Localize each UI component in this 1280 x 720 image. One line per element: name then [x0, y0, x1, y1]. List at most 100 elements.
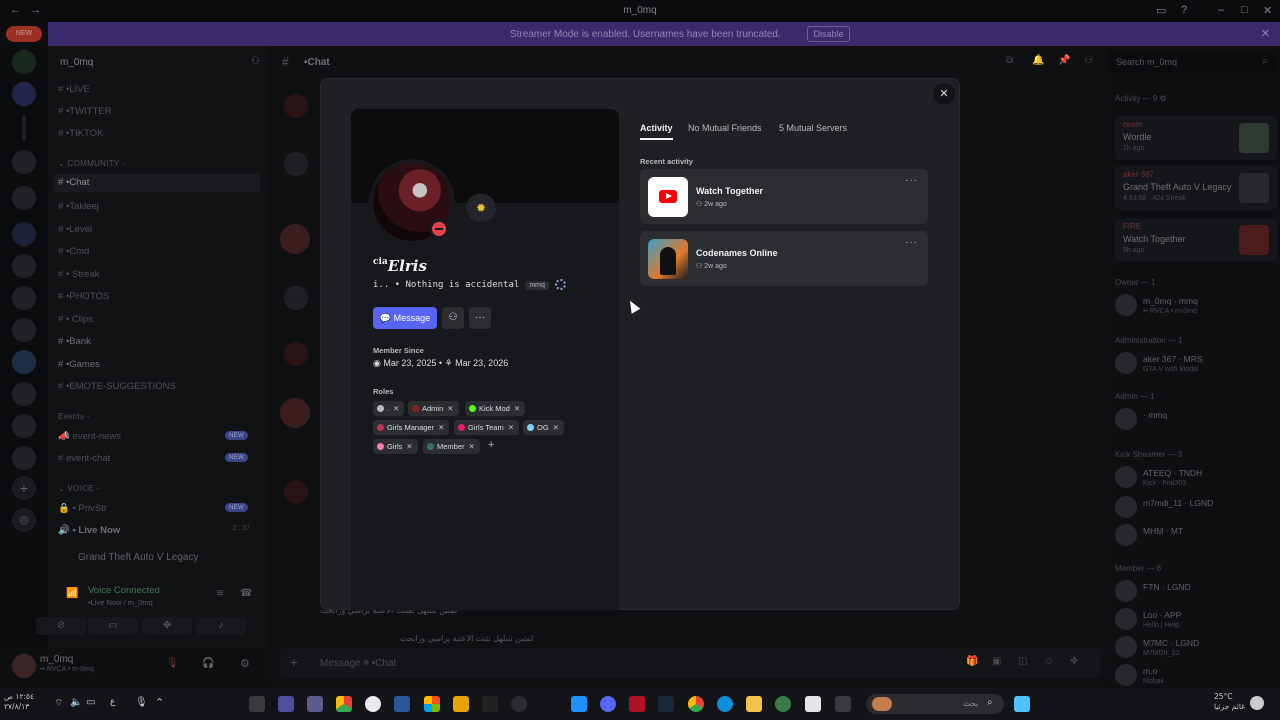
disconnect-icon[interactable]: ☎: [240, 588, 252, 599]
app-icon[interactable]: [805, 696, 821, 712]
inbox-icon[interactable]: ▭: [1156, 4, 1166, 17]
avatar[interactable]: [280, 224, 310, 254]
search-input[interactable]: Search m_0mq ⌕: [1108, 52, 1276, 72]
channel-event-chat[interactable]: # event-chat NEW: [58, 453, 258, 464]
channel-privstr[interactable]: 🔒 • PrivStr NEW: [58, 503, 258, 514]
clock[interactable]: ١٢:٥٤ ص ٢٧/٨/١٣: [4, 692, 34, 712]
app-icon[interactable]: [365, 696, 381, 712]
user-name[interactable]: m_0mq: [40, 654, 73, 665]
channel-games[interactable]: # •Games: [58, 359, 100, 370]
camera-off-icon[interactable]: ⊘: [36, 617, 86, 635]
server-icon[interactable]: [12, 254, 36, 278]
avatar[interactable]: [280, 398, 310, 428]
role-chip[interactable]: Girls ✕: [373, 439, 418, 454]
server-icon[interactable]: [12, 318, 36, 342]
activity-card[interactable]: aker 367 Grand Theft Auto V Legacy 4:53:…: [1115, 166, 1277, 210]
chevron-up-icon[interactable]: ⌃: [155, 696, 164, 709]
maximize-icon[interactable]: □: [1241, 4, 1248, 16]
role-chip[interactable]: . ✕: [373, 401, 405, 416]
server-icon[interactable]: [12, 222, 36, 246]
channel-streak[interactable]: # • Streak: [58, 269, 99, 280]
server-name[interactable]: m_0mq: [60, 57, 93, 68]
discover-icon[interactable]: ◎: [12, 508, 36, 532]
channel-takleej[interactable]: # •Takleej: [58, 201, 99, 212]
add-attachment-icon[interactable]: +: [290, 654, 298, 670]
steam-icon[interactable]: [658, 696, 674, 712]
channel-cmd[interactable]: # •Cmd: [58, 246, 89, 257]
role-chip[interactable]: OG ✕: [523, 420, 564, 435]
server-tag[interactable]: mmq: [525, 281, 549, 290]
mute-icon[interactable]: 🎙: [166, 658, 179, 669]
member-row[interactable]: m.o Mobail: [1115, 660, 1275, 690]
role-chip[interactable]: Member ✕: [423, 439, 480, 454]
bell-icon[interactable]: 🔔: [1032, 55, 1044, 66]
signal-icon[interactable]: 📶: [66, 588, 78, 599]
avatar[interactable]: [284, 480, 308, 504]
nitro-badge-icon[interactable]: [554, 279, 566, 290]
tab-mutual-servers[interactable]: 5 Mutual Servers: [779, 123, 847, 133]
app-icon[interactable]: [307, 696, 323, 712]
taskbar-search[interactable]: بحث ⌕: [866, 694, 1004, 714]
tab-mutual-friends[interactable]: No Mutual Friends: [688, 123, 762, 133]
channel-bank[interactable]: # •Bank: [58, 336, 91, 347]
soundboard-icon[interactable]: ♪: [196, 617, 246, 635]
apps-icon[interactable]: ✥: [1070, 656, 1078, 667]
member-row[interactable]: ATEEQ · TNDH Kick - Fnd303: [1115, 462, 1275, 492]
member-row[interactable]: m_0mq · mmq •• RVCA • m-0mq: [1115, 290, 1275, 320]
member-row[interactable]: FTN · LGND: [1115, 576, 1275, 606]
avatar[interactable]: [12, 654, 36, 678]
chrome-icon[interactable]: [336, 696, 352, 712]
member-row[interactable]: Loo · APP Hello | Help: [1115, 604, 1275, 634]
wifi-icon[interactable]: ⌔: [54, 697, 63, 710]
volume-icon[interactable]: 🔈: [70, 697, 82, 708]
weather-widget[interactable]: 25°C غائم جزئيا: [1214, 692, 1245, 712]
avatar[interactable]: [284, 342, 308, 366]
message-button[interactable]: 💬 Message: [373, 307, 437, 329]
add-friend-icon[interactable]: ⚇: [442, 307, 464, 329]
role-chip[interactable]: Girls Manager ✕: [373, 420, 450, 435]
discord-icon[interactable]: [600, 696, 616, 712]
add-server-icon[interactable]: +: [12, 476, 36, 500]
emoji-icon[interactable]: ☺: [1044, 656, 1054, 667]
server-icon[interactable]: [12, 414, 36, 438]
add-role-icon[interactable]: +: [488, 439, 494, 451]
member-row[interactable]: m7mdi_11 · LGND: [1115, 492, 1275, 522]
activity-card[interactable]: ceem Wordle 1h ago: [1115, 116, 1277, 160]
microphone-icon[interactable]: 🎙: [135, 697, 148, 708]
custom-status-icon[interactable]: ✹: [466, 194, 496, 222]
app-icon[interactable]: [453, 696, 469, 712]
category-community[interactable]: ⌄ COMMUNITY -: [58, 159, 125, 168]
gif-icon[interactable]: ▣: [992, 656, 1001, 667]
avatar[interactable]: [284, 152, 308, 176]
server-icon[interactable]: [12, 382, 36, 406]
tab-activity[interactable]: Activity: [640, 123, 673, 140]
app-icon[interactable]: [249, 696, 265, 712]
disable-button[interactable]: Disable: [807, 26, 850, 42]
search-icon[interactable]: ⌕: [1262, 56, 1268, 67]
more-options-icon[interactable]: ···: [905, 175, 918, 186]
role-chip[interactable]: Admin ✕: [408, 401, 459, 416]
member-row[interactable]: aker 367 · MRS GTA V with Modal: [1115, 348, 1275, 378]
activity-game-bar[interactable]: Grand Theft Auto V Legacy: [48, 546, 268, 570]
server-icon[interactable]: [12, 82, 36, 106]
voice-channel[interactable]: •Live Now / m_0mq: [88, 598, 153, 607]
role-chip[interactable]: Girls Team ✕: [454, 420, 519, 435]
channel-level[interactable]: # •Level: [58, 224, 92, 235]
app-icon[interactable]: [629, 696, 645, 712]
role-chip[interactable]: Kick Mod ✕: [465, 401, 526, 416]
members-icon[interactable]: ⚇: [1084, 55, 1093, 66]
help-icon[interactable]: ?: [1181, 4, 1187, 16]
channel-emote-suggestions[interactable]: # •EMOTE-SUGGESTIONS: [58, 381, 176, 392]
activity-card[interactable]: Codenames Online ⚇ 2w ago ···: [640, 231, 928, 286]
language-indicator[interactable]: ع: [110, 697, 115, 707]
banner-close-icon[interactable]: ✕: [1261, 27, 1270, 40]
activity-card[interactable]: FIRE Watch Together 5h ago: [1115, 218, 1277, 262]
app-icon[interactable]: [571, 696, 587, 712]
more-options-icon[interactable]: ···: [905, 237, 918, 248]
category-events[interactable]: Events -: [58, 412, 90, 421]
channel-event-news[interactable]: 📣 event-news NEW: [58, 431, 258, 442]
windows-start-icon[interactable]: [1014, 696, 1030, 712]
server-icon[interactable]: [12, 186, 36, 210]
pin-icon[interactable]: 📌: [1058, 55, 1070, 66]
battery-icon[interactable]: ▭: [86, 697, 95, 708]
